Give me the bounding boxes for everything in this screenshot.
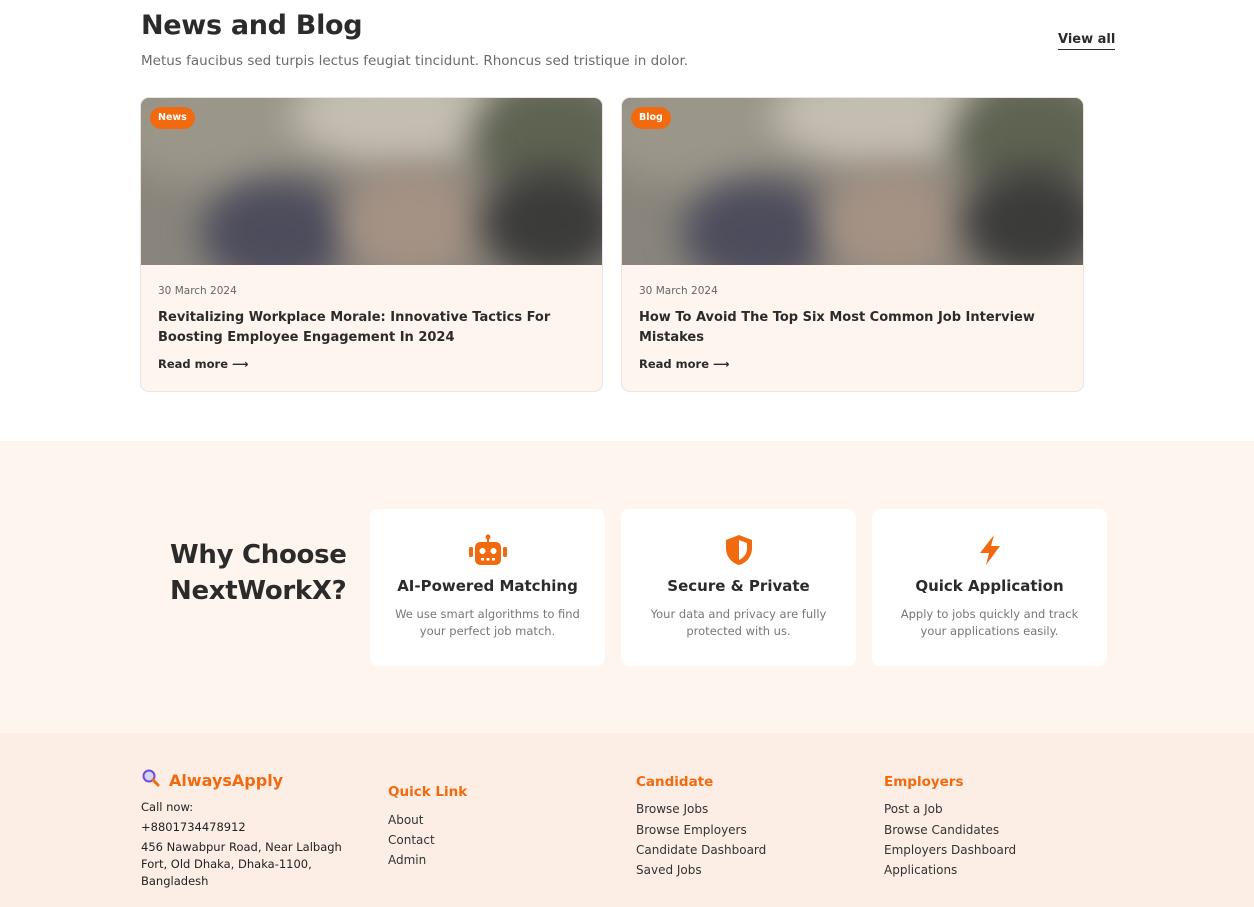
card-date: 30 March 2024 bbox=[158, 285, 237, 297]
news-section-subtitle: Metus faucibus sed turpis lectus feugiat… bbox=[141, 53, 689, 69]
blog-badge[interactable]: Blog bbox=[631, 107, 671, 129]
news-badge[interactable]: News bbox=[150, 107, 195, 129]
view-all-link[interactable]: View all bbox=[1058, 32, 1116, 50]
shield-icon bbox=[719, 533, 759, 567]
footer-link-saved-jobs[interactable]: Saved Jobs bbox=[636, 863, 702, 877]
footer-link-about[interactable]: About bbox=[388, 813, 423, 827]
address: 456 Nawabpur Road, Near Lalbagh Fort, Ol… bbox=[141, 840, 342, 888]
why-choose-title: Why Choose NextWorkX? bbox=[170, 537, 347, 609]
feature-card-quick-application: Quick Application Apply to jobs quickly … bbox=[872, 509, 1107, 666]
news-card-image bbox=[622, 98, 1083, 265]
read-more-link[interactable]: Read more ⟶ bbox=[158, 357, 249, 371]
candidate-heading: Candidate bbox=[636, 774, 714, 790]
footer-link-employers-dashboard[interactable]: Employers Dashboard bbox=[884, 843, 1016, 857]
feature-description: Your data and privacy are fully protecte… bbox=[650, 607, 827, 638]
footer-brand[interactable]: AlwaysApply bbox=[141, 768, 283, 792]
footer-link-contact[interactable]: Contact bbox=[388, 833, 435, 847]
news-card[interactable]: News 30 March 2024 Revitalizing Workplac… bbox=[140, 97, 603, 392]
footer: AlwaysApply Call now: +8801734478912 456… bbox=[0, 733, 1254, 907]
news-card[interactable]: Blog 30 March 2024 How To Avoid The Top … bbox=[621, 97, 1084, 392]
why-choose-title-line2: NextWorkX? bbox=[170, 576, 347, 606]
footer-link-browse-jobs[interactable]: Browse Jobs bbox=[636, 802, 708, 816]
card-title[interactable]: Revitalizing Workplace Morale: Innovativ… bbox=[158, 308, 588, 348]
employers-heading: Employers bbox=[884, 774, 964, 790]
read-more-link[interactable]: Read more ⟶ bbox=[639, 357, 730, 371]
card-date: 30 March 2024 bbox=[639, 285, 718, 297]
footer-link-applications[interactable]: Applications bbox=[884, 863, 957, 877]
why-choose-section: Why Choose NextWorkX? AI-Powered Matchin… bbox=[0, 441, 1254, 733]
footer-link-post-job[interactable]: Post a Job bbox=[884, 802, 943, 816]
robot-icon bbox=[468, 533, 508, 567]
footer-link-admin[interactable]: Admin bbox=[388, 853, 426, 867]
feature-title: Quick Application bbox=[915, 577, 1064, 595]
news-section-title: News and Blog bbox=[141, 10, 363, 41]
feature-description: Apply to jobs quickly and track your app… bbox=[900, 607, 1079, 638]
footer-link-browse-employers[interactable]: Browse Employers bbox=[636, 823, 747, 837]
quick-link-heading: Quick Link bbox=[388, 784, 468, 800]
brand-name[interactable]: AlwaysApply bbox=[169, 771, 283, 790]
footer-link-browse-candidates[interactable]: Browse Candidates bbox=[884, 823, 999, 837]
feature-title: AI-Powered Matching bbox=[397, 577, 578, 595]
call-now-label: Call now: bbox=[141, 800, 194, 814]
feature-card-secure-private: Secure & Private Your data and privacy a… bbox=[621, 509, 856, 666]
card-title[interactable]: How To Avoid The Top Six Most Common Job… bbox=[639, 308, 1069, 348]
phone-number[interactable]: +8801734478912 bbox=[141, 819, 246, 836]
why-choose-title-line1: Why Choose bbox=[170, 540, 347, 570]
search-icon bbox=[141, 768, 161, 792]
feature-title: Secure & Private bbox=[667, 577, 810, 595]
footer-link-candidate-dashboard[interactable]: Candidate Dashboard bbox=[636, 843, 766, 857]
feature-description: We use smart algorithms to find your per… bbox=[395, 607, 580, 638]
news-section: News and Blog Metus faucibus sed turpis … bbox=[0, 0, 1254, 441]
feature-card-ai-matching: AI-Powered Matching We use smart algorit… bbox=[370, 509, 605, 666]
bolt-icon bbox=[970, 533, 1010, 567]
news-card-image bbox=[141, 98, 602, 265]
